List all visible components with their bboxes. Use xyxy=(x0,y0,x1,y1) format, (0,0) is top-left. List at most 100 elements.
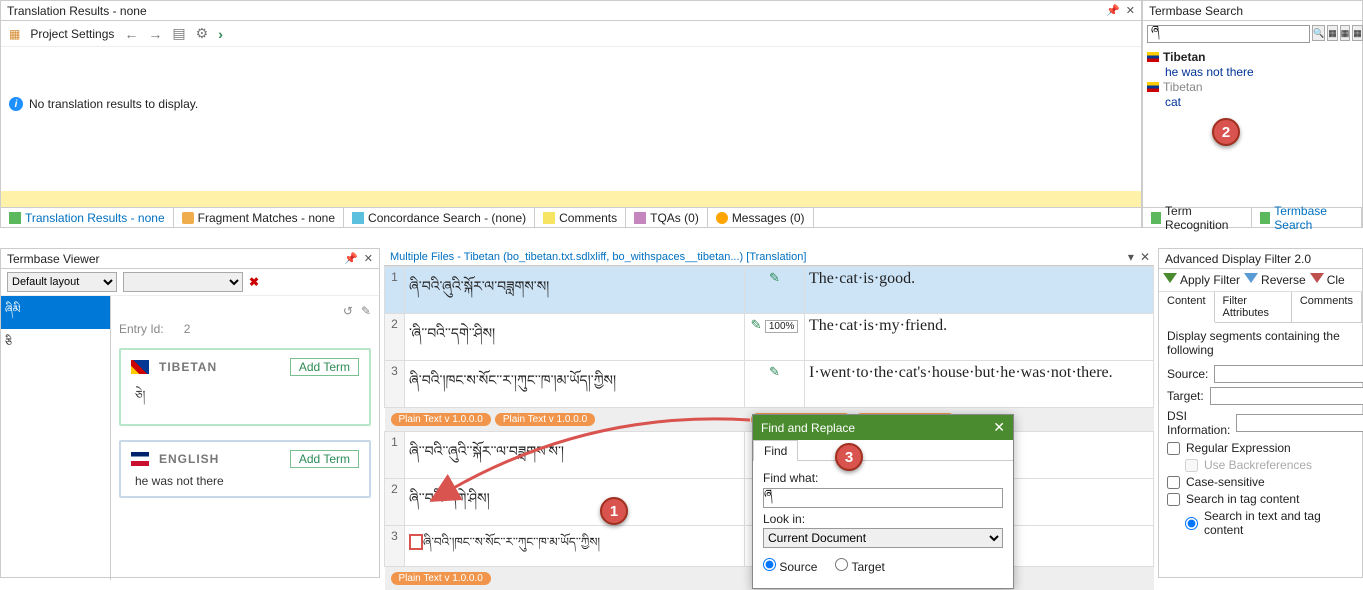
term-card-tibetan: TIBETAN Add Term ཅེ། xyxy=(119,348,371,426)
reverse-button[interactable]: Reverse xyxy=(1244,273,1306,287)
tab-label: Comments xyxy=(559,211,617,225)
term-value: he was not there xyxy=(131,474,359,488)
editor-tab[interactable]: Multiple Files - Tibetan (bo_tibetan.txt… xyxy=(384,251,812,263)
tab-term-recognition[interactable]: Term Recognition xyxy=(1143,208,1252,227)
close-icon[interactable]: ✕ xyxy=(1140,250,1150,264)
dsi-input[interactable] xyxy=(1236,414,1363,432)
pin-icon[interactable]: 📌 xyxy=(344,252,358,265)
history-icon[interactable]: ↺ xyxy=(343,304,353,318)
result-value[interactable]: cat xyxy=(1147,95,1358,109)
termbase-combo[interactable] xyxy=(123,272,243,292)
close-icon[interactable]: ✕ xyxy=(364,252,373,265)
segment-source[interactable]: ་ཞི་་བའི་་དགེ་་ཤིས། xyxy=(405,314,745,361)
close-icon[interactable]: ✕ xyxy=(993,419,1005,436)
termbase-viewer-titlebar: Termbase Viewer 📌 ✕ xyxy=(1,249,379,269)
regex-check[interactable]: Regular Expression xyxy=(1167,441,1354,455)
target-input[interactable] xyxy=(1210,387,1363,405)
source-input[interactable] xyxy=(1214,365,1363,383)
segment-row[interactable]: 2 ་ཞི་་བའི་་དགེ་་ཤིས། ✎ 100% The·cat·is·… xyxy=(385,314,1154,361)
add-term-button[interactable]: Add Term xyxy=(290,450,359,468)
side-item[interactable]: ཅི xyxy=(1,329,110,362)
side-item[interactable]: ཞིམི xyxy=(1,296,110,329)
segment-source[interactable]: ཞི་བའི་།ཁང་ས་སོང་་ར་།ཀུང་་ཁ་།མ་ཡོད།་ཀྱིས… xyxy=(405,361,745,408)
segment-target[interactable]: The·cat·is·my·friend. xyxy=(805,314,1154,361)
tag-check[interactable]: Search in tag content xyxy=(1167,492,1354,506)
tab-tqas[interactable]: TQAs (0) xyxy=(626,208,708,227)
apply-filter-button[interactable]: Apply Filter xyxy=(1163,273,1240,287)
find-replace-dialog: Find and Replace ✕ Find Find what: Look … xyxy=(752,414,1014,589)
search-icon[interactable]: 🔍 xyxy=(1312,25,1325,41)
tb-btn-1[interactable]: ▦ xyxy=(1327,25,1338,41)
check-label: Search in tag content xyxy=(1186,492,1299,506)
pin-icon[interactable]: 📌 xyxy=(1106,4,1120,17)
nav-back-icon[interactable]: ← xyxy=(124,26,138,42)
segment-target[interactable]: The·cat·is·good. xyxy=(805,267,1154,314)
case-checkbox[interactable] xyxy=(1167,476,1180,489)
tab-termbase-search[interactable]: Termbase Search xyxy=(1252,208,1362,227)
tab-icon xyxy=(1151,212,1161,224)
add-term-button[interactable]: Add Term xyxy=(290,358,359,376)
results-tab-strip: Translation Results - none Fragment Matc… xyxy=(1,207,1141,227)
segment-status: ✎ 100% xyxy=(745,314,805,361)
tab-messages[interactable]: Messages (0) xyxy=(708,208,814,227)
find-what-input[interactable] xyxy=(763,488,1003,508)
flag-icon xyxy=(1147,52,1159,62)
segment-number: 3 xyxy=(385,361,405,408)
tab-find[interactable]: Find xyxy=(753,440,798,461)
find-replace-titlebar[interactable]: Find and Replace ✕ xyxy=(753,415,1013,440)
target-radio[interactable] xyxy=(835,558,848,571)
tag-radio-row[interactable]: Search in text and tag content xyxy=(1185,509,1354,537)
tab-fragment-matches[interactable]: Fragment Matches - none xyxy=(174,208,344,227)
tb-btn-3[interactable]: ▦ xyxy=(1352,25,1363,41)
termbase-search-titlebar: Termbase Search xyxy=(1143,1,1362,21)
segment-target[interactable]: I·went·to·the·cat's·house·but·he·was·not… xyxy=(805,361,1154,408)
advanced-filter-panel: Advanced Display Filter 2.0 Apply Filter… xyxy=(1158,248,1363,578)
tab-translation-results[interactable]: Translation Results - none xyxy=(1,208,174,227)
tab-label: Concordance Search - (none) xyxy=(368,211,526,225)
delete-button[interactable]: ✖ xyxy=(249,275,259,289)
regex-checkbox[interactable] xyxy=(1167,442,1180,455)
clear-button[interactable]: Cle xyxy=(1310,273,1345,287)
radio-source[interactable]: Source xyxy=(763,558,817,574)
segment-number: 1 xyxy=(385,432,405,479)
segment-source[interactable]: ཞི་་བའི་་ཞུའི་་སྐོར་་ལ་བཟླགས་ས་། xyxy=(405,432,745,479)
edit-icon[interactable]: ✎ xyxy=(361,304,371,318)
editor-tabstrip: Multiple Files - Tibetan (bo_tibetan.txt… xyxy=(384,248,1154,266)
close-icon[interactable]: ✕ xyxy=(1126,4,1135,17)
tab-content[interactable]: Content xyxy=(1159,292,1215,323)
tag-checkbox[interactable] xyxy=(1167,493,1180,506)
segment-source[interactable]: ཞི་་བའི་་དགེ་ཤིས། xyxy=(405,479,745,526)
dropdown-icon[interactable]: ▾ xyxy=(1128,250,1134,264)
result-lang-row: Tibetan xyxy=(1147,79,1358,95)
project-settings-icon[interactable]: ▦ xyxy=(9,27,20,41)
tab-concordance-search[interactable]: Concordance Search - (none) xyxy=(344,208,535,227)
segment-source[interactable]: ཞི་བའི་ཞུའི་སྐོར་ལ་བཟླགས་ས། xyxy=(405,267,745,314)
tab-label: TQAs (0) xyxy=(650,211,699,225)
nav-forward-icon[interactable]: → xyxy=(148,26,162,42)
segment-source[interactable]: ཞི་བའི་།ཁང་་ས་སོང་་ར་་ཀུང་་ཁ་མ་ཡོད་་ཀྱིས… xyxy=(405,526,745,567)
termbase-search-input[interactable] xyxy=(1147,25,1310,43)
project-settings-label[interactable]: Project Settings xyxy=(30,27,114,41)
tool-icon-2[interactable]: ⚙ xyxy=(196,25,209,42)
layout-select[interactable]: Default layout xyxy=(7,272,117,292)
tb-btn-2[interactable]: ▦ xyxy=(1340,25,1351,41)
backref-checkbox xyxy=(1185,459,1198,472)
result-value[interactable]: he was not there xyxy=(1147,65,1358,79)
case-check[interactable]: Case-sensitive xyxy=(1167,475,1354,489)
play-icon[interactable]: › xyxy=(218,26,223,42)
tag-content-radio[interactable] xyxy=(1185,517,1198,530)
look-in-select[interactable]: Current Document xyxy=(763,528,1003,548)
tab-icon xyxy=(352,212,364,224)
target-row: Target: xyxy=(1167,387,1354,405)
backref-check[interactable]: Use Backreferences xyxy=(1185,458,1354,472)
tool-icon-1[interactable]: ▤ xyxy=(172,25,185,42)
tab-filter-attributes[interactable]: Filter Attributes xyxy=(1215,292,1292,322)
segment-row[interactable]: 3 ཞི་བའི་།ཁང་ས་སོང་་ར་།ཀུང་་ཁ་།མ་ཡོད།་ཀྱ… xyxy=(385,361,1154,408)
advanced-filter-body: Display segments containing the followin… xyxy=(1159,323,1362,543)
source-radio[interactable] xyxy=(763,558,776,571)
segment-row[interactable]: 1 ཞི་བའི་ཞུའི་སྐོར་ལ་བཟླགས་ས། ✎ The·cat·… xyxy=(385,267,1154,314)
tab-comments[interactable]: Comments xyxy=(535,208,626,227)
radio-target[interactable]: Target xyxy=(835,558,884,574)
field-label: DSI Information: xyxy=(1167,409,1230,437)
tab-comments[interactable]: Comments xyxy=(1292,292,1362,322)
